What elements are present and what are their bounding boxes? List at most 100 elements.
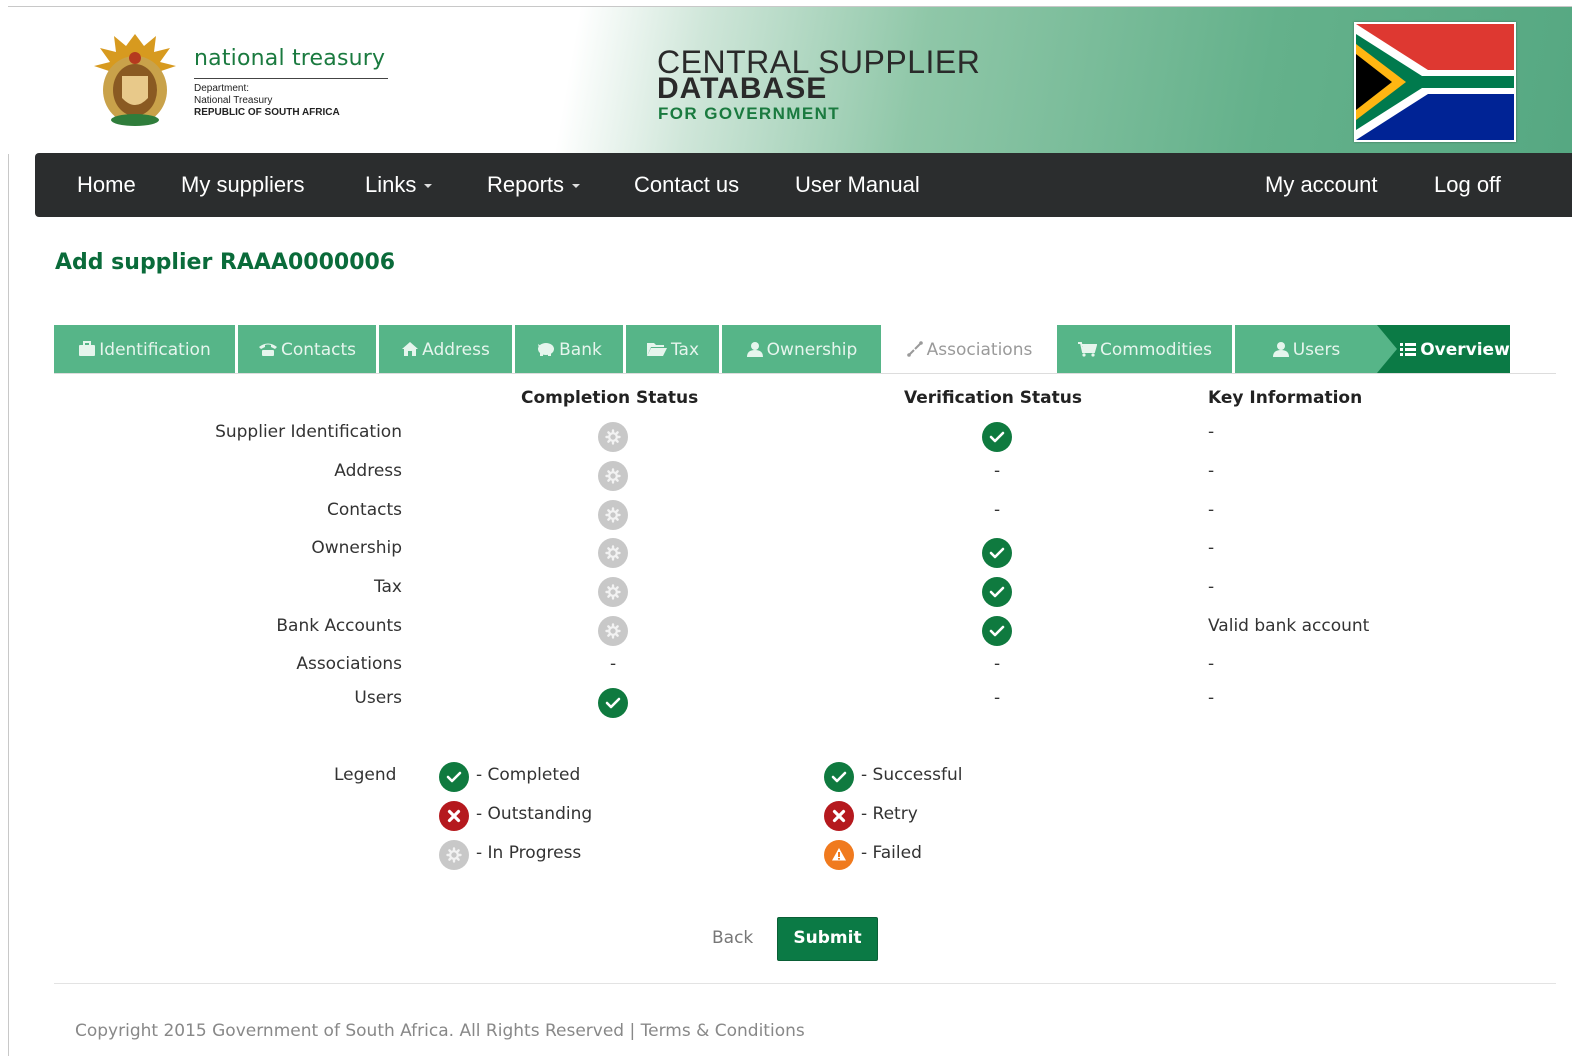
tab-label: Bank [559,340,602,360]
site-header: national treasury Department: National T… [8,7,1572,154]
key-info-value: - [1208,538,1215,558]
times-circle-icon [439,801,469,831]
nav-my-suppliers[interactable]: My suppliers [181,153,304,217]
org-sub-country: REPUBLIC OF SOUTH AFRICA [194,107,340,118]
tab-associations[interactable]: Associations [884,325,1054,373]
tab-contacts[interactable]: Contacts [238,325,376,373]
tab-tax[interactable]: Tax [626,325,719,373]
row-label: Address [334,461,402,481]
check-circle-icon [982,538,1012,568]
tab-address[interactable]: Address [379,325,512,373]
times-circle-icon [824,801,854,831]
south-africa-flag-icon [1354,22,1516,142]
tab-label: Address [422,340,490,360]
org-sub-department: Department: [194,83,250,94]
site-title-line2: DATABASE [657,72,828,105]
nav-links-label: Links [365,172,417,197]
header-completion-status: Completion Status [521,388,699,408]
row-label: Supplier Identification [215,422,402,442]
key-info-value: - [1208,654,1215,674]
tab-label: Identification [99,340,211,360]
nav-log-off[interactable]: Log off [1434,153,1501,217]
legend-title: Legend [334,765,397,785]
check-circle-icon [439,762,469,792]
org-sub-treasury: National Treasury [194,95,273,106]
org-department: Department: National Treasury REPUBLIC O… [194,83,340,119]
verification-value: - [994,688,1001,708]
row-label: Ownership [311,538,402,558]
coat-of-arms-icon [94,34,176,126]
site-title-line3: FOR GOVERNMENT [658,104,841,123]
nav-links[interactable]: Links [365,153,433,217]
tab-label: Associations [926,340,1033,360]
gear-icon [598,422,628,452]
page-title: Add supplier RAAA0000006 [55,250,396,275]
header-key-information: Key Information [1208,388,1363,408]
tab-label: Commodities [1099,340,1212,360]
tab-commodities[interactable]: Commodities [1057,325,1232,373]
row-label: Contacts [327,500,402,520]
gear-icon [598,500,628,530]
legend-failed: - Failed [861,843,922,863]
legend-in-progress: - In Progress [476,843,582,863]
tab-label: Users [1292,340,1341,360]
folder-open-icon [646,343,667,356]
main-navbar: Home My suppliers Links Reports Contact … [35,153,1572,217]
row-label: Tax [373,577,402,597]
gear-icon [598,616,628,646]
nav-contact-us[interactable]: Contact us [634,153,739,217]
wizard-tabs: Identification Contacts Address Bank Tax… [54,325,1556,374]
tab-ownership[interactable]: Ownership [722,325,881,373]
legend-retry: - Retry [861,804,918,824]
chevron-down-icon [424,184,433,189]
key-info-value: - [1208,688,1215,708]
key-info-value: Valid bank account [1208,616,1370,636]
check-circle-icon [982,577,1012,607]
completion-value: - [610,654,617,674]
tab-bank[interactable]: Bank [515,325,623,373]
chevron-down-icon [572,184,581,189]
verification-value: - [994,461,1001,481]
nav-home[interactable]: Home [77,153,136,217]
tab-label: Overview [1420,340,1510,360]
link-icon [906,341,923,357]
check-circle-icon [598,688,628,718]
check-circle-icon [982,422,1012,452]
nav-reports-label: Reports [487,172,565,197]
nav-my-account[interactable]: My account [1265,153,1378,217]
header-verification-status: Verification Status [904,388,1082,408]
warning-icon [824,840,854,870]
row-label: Users [354,688,402,708]
home-icon [402,342,419,356]
legend-completed: - Completed [476,765,581,785]
row-label: Associations [296,654,402,674]
nav-reports[interactable]: Reports [487,153,581,217]
gear-icon [439,840,469,870]
phone-icon [259,343,277,356]
row-label: Bank Accounts [276,616,402,636]
tab-identification[interactable]: Identification [54,325,235,373]
key-info-value: - [1208,577,1215,597]
legend-successful: - Successful [861,765,963,785]
verification-value: - [994,654,1001,674]
verification-value: - [994,500,1001,520]
submit-button[interactable]: Submit [777,917,878,961]
legend-outstanding: - Outstanding [476,804,593,824]
gear-icon [598,577,628,607]
footer-divider [54,983,1556,984]
key-info-value: - [1208,422,1215,442]
key-info-value: - [1208,500,1215,520]
nav-user-manual[interactable]: User Manual [795,153,920,217]
tab-users[interactable]: Users [1235,325,1377,373]
user-icon [1272,342,1289,357]
list-icon [1400,343,1417,356]
check-circle-icon [982,616,1012,646]
org-name: national treasury [194,46,386,71]
tab-label: Contacts [281,340,356,360]
tab-arrow [1377,325,1397,373]
back-link[interactable]: Back [712,928,753,948]
check-circle-icon [824,762,854,792]
org-divider [194,78,388,79]
tab-label: Ownership [766,340,858,360]
footer-copyright: Copyright 2015 Government of South Afric… [75,1021,805,1041]
